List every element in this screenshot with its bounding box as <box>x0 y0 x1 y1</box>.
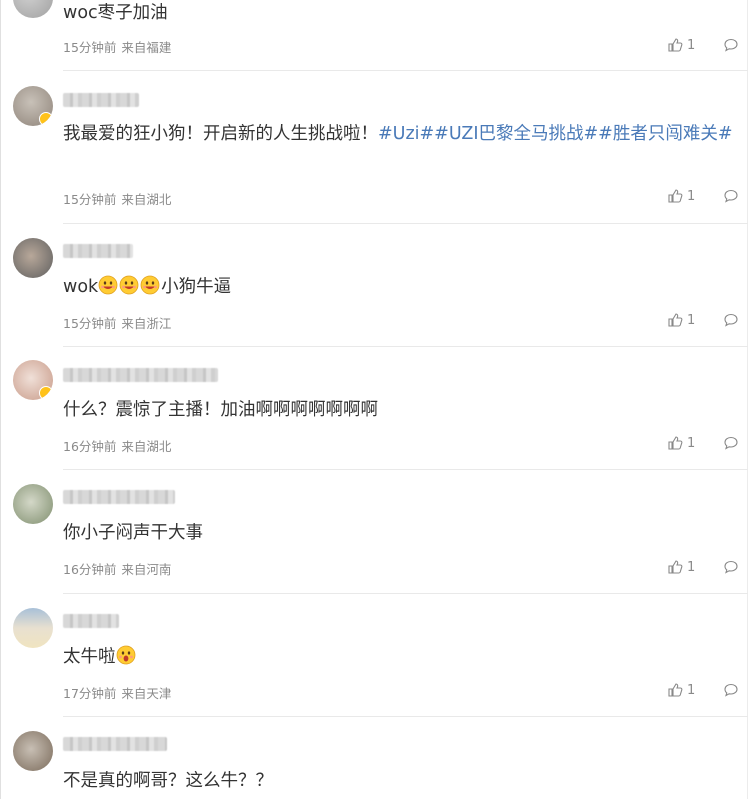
thumbs-up-icon[interactable] <box>667 37 683 53</box>
username-blurred[interactable] <box>63 490 175 504</box>
like-count[interactable]: 1 <box>687 560 711 575</box>
comment-text: woc枣子加油 <box>63 3 168 23</box>
comment-bubble-icon[interactable] <box>723 312 739 328</box>
thumbs-up-icon[interactable] <box>667 435 683 451</box>
comment-time: 15分钟前 <box>63 316 117 331</box>
avatar[interactable] <box>13 731 53 771</box>
divider <box>63 223 748 224</box>
divider <box>63 469 748 470</box>
left-border <box>0 0 1 799</box>
verified-badge-icon <box>39 386 53 400</box>
avatar[interactable] <box>13 608 53 648</box>
comment-meta: 15分钟前 来自浙江 <box>63 313 171 332</box>
comment-actions: 1 <box>667 36 739 54</box>
comment-time: 16分钟前 <box>63 562 117 577</box>
avatar[interactable] <box>13 360 53 400</box>
username-blurred[interactable] <box>63 93 139 107</box>
divider <box>63 716 748 717</box>
grinning-emoji-icon <box>116 645 135 665</box>
comment-actions: 1 <box>667 558 739 576</box>
comment-actions: 1 <box>667 311 739 329</box>
comment-text-prefix: wok <box>63 277 99 297</box>
comment-location: 来自天津 <box>121 686 172 701</box>
like-count[interactable]: 1 <box>687 38 711 53</box>
avatar[interactable] <box>13 86 53 126</box>
emoji-group <box>98 275 161 297</box>
comment-text: 太牛啦 <box>63 644 735 670</box>
comment-text: 你小子闷声干大事 <box>63 523 203 543</box>
thumbs-up-icon[interactable] <box>667 682 683 698</box>
divider <box>63 346 748 347</box>
username-blurred[interactable] <box>63 737 167 751</box>
comment-meta: 15分钟前 来自湖北 <box>63 189 171 208</box>
thumbs-up-icon[interactable] <box>667 312 683 328</box>
comment-text-prefix: 太牛啦 <box>63 647 116 667</box>
comment-location: 来自湖北 <box>121 439 172 454</box>
comment-time: 16分钟前 <box>63 439 117 454</box>
username-blurred[interactable] <box>63 368 218 382</box>
comment-location: 来自河南 <box>121 562 172 577</box>
comment-actions: 1 <box>667 187 739 205</box>
comment-text-suffix: 小狗牛逼 <box>161 277 232 297</box>
comment-text: wok 小狗牛逼 <box>63 274 735 300</box>
comment-location: 来自福建 <box>121 40 172 55</box>
username-blurred[interactable] <box>63 244 133 258</box>
comment-text: 不是真的啊哥？这么牛？？ <box>63 771 273 791</box>
thumbs-up-icon[interactable] <box>667 188 683 204</box>
comment-time: 17分钟前 <box>63 686 117 701</box>
comment-bubble-icon[interactable] <box>723 559 739 575</box>
comment-text: 什么？震惊了主播！加油啊啊啊啊啊啊啊 <box>63 400 378 420</box>
grinning-emoji-icon <box>119 275 139 295</box>
comment-meta: 16分钟前 来自湖北 <box>63 436 171 455</box>
verified-badge-icon <box>39 112 53 126</box>
comment-location: 来自湖北 <box>121 192 172 207</box>
comment-actions: 1 <box>667 434 739 452</box>
hashtag-link[interactable]: #Uzi##UZI巴黎全马挑战##胜者只闯难关# <box>378 124 733 144</box>
avatar[interactable] <box>13 0 53 18</box>
comment-text: 我最爱的狂小狗！开启新的人生挑战啦！#Uzi##UZI巴黎全马挑战##胜者只闯难… <box>63 121 735 147</box>
like-count[interactable]: 1 <box>687 683 711 698</box>
comment-location: 来自浙江 <box>121 316 172 331</box>
thumbs-up-icon[interactable] <box>667 559 683 575</box>
avatar[interactable] <box>13 484 53 524</box>
username-blurred[interactable] <box>63 614 119 628</box>
comment-time: 15分钟前 <box>63 192 117 207</box>
comment-text-plain: 我最爱的狂小狗！开启新的人生挑战啦！ <box>63 124 378 144</box>
comment-bubble-icon[interactable] <box>723 37 739 53</box>
divider <box>63 593 748 594</box>
comment-bubble-icon[interactable] <box>723 435 739 451</box>
comment-bubble-icon[interactable] <box>723 188 739 204</box>
divider <box>63 70 748 71</box>
like-count[interactable]: 1 <box>687 436 711 451</box>
grinning-emoji-icon <box>140 275 160 295</box>
comment-meta: 16分钟前 来自河南 <box>63 559 171 578</box>
comment-actions: 1 <box>667 681 739 699</box>
like-count[interactable]: 1 <box>687 313 711 328</box>
like-count[interactable]: 1 <box>687 189 711 204</box>
comment-time: 15分钟前 <box>63 40 117 55</box>
comment-bubble-icon[interactable] <box>723 682 739 698</box>
grinning-emoji-icon <box>98 275 118 295</box>
comment-meta: 15分钟前 来自福建 <box>63 37 171 56</box>
comment-meta: 17分钟前 来自天津 <box>63 683 171 702</box>
avatar[interactable] <box>13 238 53 278</box>
